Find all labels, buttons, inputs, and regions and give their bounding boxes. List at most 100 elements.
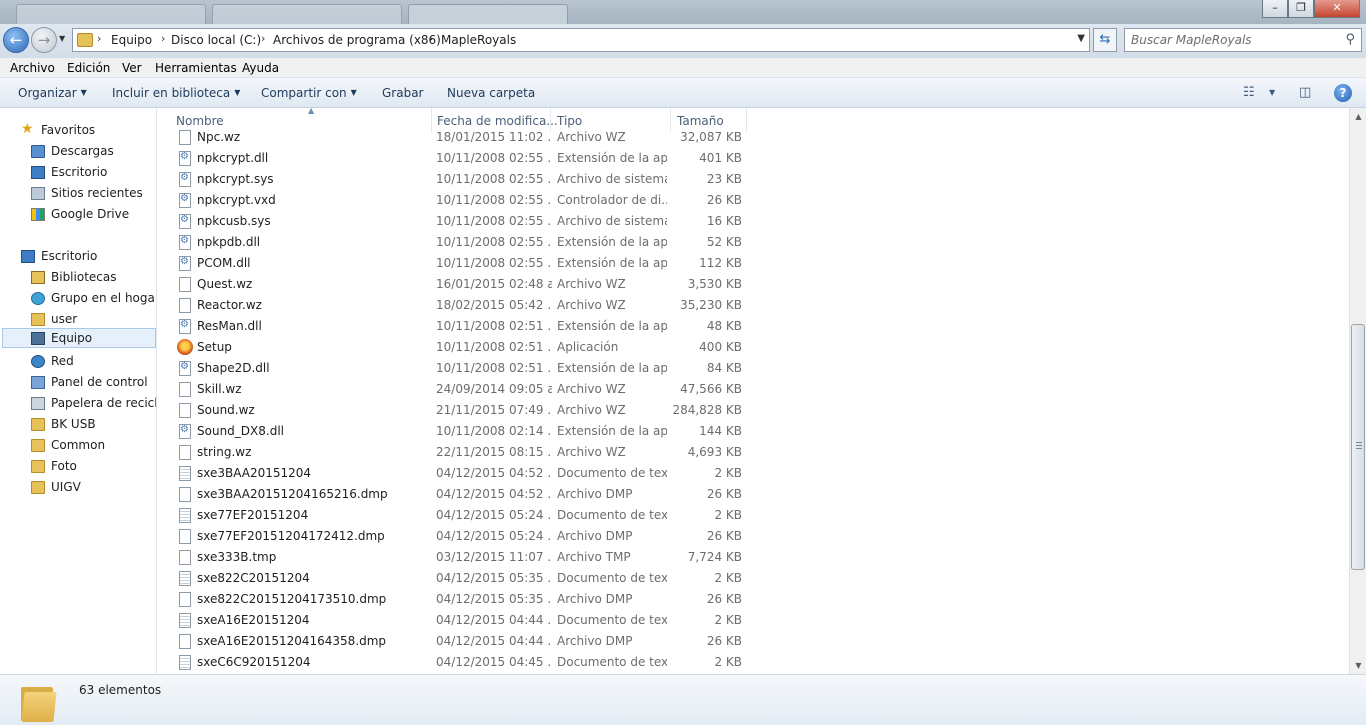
help-icon[interactable]: ? bbox=[1334, 84, 1352, 102]
search-box[interactable]: ⚲ bbox=[1124, 28, 1362, 52]
view-options-icon[interactable]: ☷ bbox=[1243, 85, 1255, 100]
background-tab-3[interactable] bbox=[408, 4, 568, 24]
file-row[interactable]: sxeA16E20151204164358.dmp 04/12/2015 04:4… bbox=[158, 631, 758, 652]
nav-escritorio[interactable]: Escritorio bbox=[0, 246, 156, 266]
search-input[interactable] bbox=[1125, 29, 1325, 51]
file-row[interactable]: string.wz 22/11/2015 08:15 ... Archivo WZ 4… bbox=[158, 442, 758, 463]
back-button[interactable]: ← bbox=[3, 27, 29, 53]
file-type: Archivo WZ bbox=[557, 403, 626, 417]
nav-favorites[interactable]: ★ Favoritos bbox=[0, 120, 156, 140]
burn-button[interactable]: Grabar bbox=[382, 86, 424, 100]
menu-ayuda[interactable]: Ayuda bbox=[242, 61, 279, 75]
file-size: 144 KB bbox=[699, 424, 742, 438]
scroll-up-button[interactable]: ▲ bbox=[1350, 108, 1366, 125]
background-tab-1[interactable] bbox=[16, 4, 206, 24]
file-row[interactable]: sxe77EF20151204172412.dmp 04/12/2015 05:2… bbox=[158, 526, 758, 547]
file-row[interactable]: sxe822C20151204 04/12/2015 05:35 ... Docum… bbox=[158, 568, 758, 589]
nav-user[interactable]: user bbox=[0, 309, 156, 329]
chevron-right-icon[interactable]: › bbox=[97, 32, 101, 45]
recent-pages-dropdown[interactable]: ▼ bbox=[59, 34, 65, 43]
nav-panel-control[interactable]: Panel de control bbox=[0, 372, 156, 392]
file-date: 10/11/2008 02:55 ... bbox=[436, 214, 552, 228]
file-date: 21/11/2015 07:49 ... bbox=[436, 403, 552, 417]
scroll-thumb[interactable] bbox=[1351, 324, 1365, 570]
nav-grupo-hogar[interactable]: Grupo en el hogar bbox=[0, 288, 156, 308]
file-row[interactable]: Setup 10/11/2008 02:51 ... Aplicación 400 K… bbox=[158, 337, 758, 358]
file-row[interactable]: npkcrypt.sys 10/11/2008 02:55 ... Archivo … bbox=[158, 169, 758, 190]
file-name: sxe77EF20151204 bbox=[197, 508, 309, 522]
file-row[interactable]: Quest.wz 16/01/2015 02:48 a... Archivo WZ 3… bbox=[158, 274, 758, 295]
file-row[interactable]: sxe3BAA20151204165216.dmp 04/12/2015 04:5… bbox=[158, 484, 758, 505]
file-row[interactable]: sxe77EF20151204 04/12/2015 05:24 ... Docum… bbox=[158, 505, 758, 526]
file-name: npkpdb.dll bbox=[197, 235, 261, 249]
file-row[interactable]: npkcrypt.dll 10/11/2008 02:55 ... Extensió… bbox=[158, 148, 758, 169]
search-icon[interactable]: ⚲ bbox=[1345, 32, 1355, 47]
file-row[interactable]: Npc.wz 18/01/2015 11:02 ... Archivo WZ 32,0… bbox=[158, 127, 758, 148]
file-row[interactable]: Sound_DX8.dll 10/11/2008 02:14 ... Extensi… bbox=[158, 421, 758, 442]
nav-google-drive[interactable]: Google Drive bbox=[0, 204, 156, 224]
file-row[interactable]: npkpdb.dll 10/11/2008 02:55 ... Extensión … bbox=[158, 232, 758, 253]
vertical-scrollbar[interactable]: ▲ ▼ bbox=[1349, 108, 1366, 674]
refresh-button[interactable]: ⇆ bbox=[1093, 28, 1117, 52]
file-row[interactable]: Reactor.wz 18/02/2015 05:42 ... Archivo WZ… bbox=[158, 295, 758, 316]
nav-descargas[interactable]: Descargas bbox=[0, 141, 156, 161]
menu-ver[interactable]: Ver bbox=[122, 61, 142, 75]
minimize-button[interactable]: – bbox=[1262, 0, 1288, 18]
file-row[interactable]: npkcrypt.vxd 10/11/2008 02:55 ... Controla… bbox=[158, 190, 758, 211]
file-row[interactable]: sxe333B.tmp 03/12/2015 11:07 ... Archivo T… bbox=[158, 547, 758, 568]
nav-foto[interactable]: Foto bbox=[0, 456, 156, 476]
file-row[interactable]: npkcusb.sys 10/11/2008 02:55 ... Archivo d… bbox=[158, 211, 758, 232]
details-pane: 63 elementos bbox=[0, 674, 1366, 725]
breadcrumb-mapleroyals[interactable]: MapleRoyals bbox=[441, 33, 516, 47]
file-row[interactable]: sxeC6C920151204 04/12/2015 04:45 ... Docum… bbox=[158, 652, 758, 673]
nav-equipo[interactable]: Equipo bbox=[2, 328, 156, 348]
chevron-down-icon: ▼ bbox=[350, 88, 357, 97]
file-name: sxeA16E20151204 bbox=[197, 613, 310, 627]
file-row[interactable]: ResMan.dll 10/11/2008 02:51 ... Extensión … bbox=[158, 316, 758, 337]
menu-archivo[interactable]: Archivo bbox=[10, 61, 55, 75]
file-row[interactable]: sxe822C20151204173510.dmp 04/12/2015 05:3… bbox=[158, 589, 758, 610]
file-type: Documento de tex... bbox=[557, 655, 667, 669]
new-folder-button[interactable]: Nueva carpeta bbox=[447, 86, 535, 100]
share-button[interactable]: Compartir con ▼ bbox=[261, 86, 357, 100]
chevron-right-icon[interactable]: › bbox=[261, 32, 265, 45]
file-row[interactable]: Sound.wz 21/11/2015 07:49 ... Archivo WZ 28… bbox=[158, 400, 758, 421]
file-row[interactable]: PCOM.dll 10/11/2008 02:55 ... Extensión de… bbox=[158, 253, 758, 274]
address-dropdown-icon[interactable]: ▼ bbox=[1077, 33, 1085, 44]
maximize-button[interactable]: ❐ bbox=[1288, 0, 1314, 18]
forward-button[interactable]: → bbox=[31, 27, 57, 53]
include-library-button[interactable]: Incluir en biblioteca ▼ bbox=[112, 86, 240, 100]
scroll-down-button[interactable]: ▼ bbox=[1350, 657, 1366, 674]
nav-sitios-recientes[interactable]: Sitios recientes bbox=[0, 183, 156, 203]
background-tab-2[interactable] bbox=[212, 4, 402, 24]
grip-line bbox=[1356, 448, 1362, 449]
menu-herramientas[interactable]: Herramientas bbox=[155, 61, 237, 75]
file-row[interactable]: sxeA16E20151204 04/12/2015 04:44 ... Docum… bbox=[158, 610, 758, 631]
chevron-down-icon[interactable]: ▼ bbox=[1269, 88, 1275, 97]
file-list: Nombre ▲ Fecha de modifica... Tipo Tamañ… bbox=[158, 108, 1349, 674]
file-name: sxe3BAA20151204 bbox=[197, 466, 312, 480]
file-row[interactable]: sxe3BAA20151204 04/12/2015 04:52 ... Docum… bbox=[158, 463, 758, 484]
address-bar[interactable]: › Equipo › Disco local (C:) › Archivos d… bbox=[72, 28, 1090, 52]
nav-red[interactable]: Red bbox=[0, 351, 156, 371]
nav-common[interactable]: Common bbox=[0, 435, 156, 455]
network-icon bbox=[31, 355, 45, 368]
close-button[interactable]: ✕ bbox=[1314, 0, 1360, 18]
file-row[interactable]: Shape2D.dll 10/11/2008 02:51 ... Extensión… bbox=[158, 358, 758, 379]
file-row[interactable]: Skill.wz 24/09/2014 09:05 a... Archivo WZ 4… bbox=[158, 379, 758, 400]
file-type: Aplicación bbox=[557, 340, 619, 354]
preview-pane-icon[interactable]: ◫ bbox=[1299, 85, 1311, 100]
organize-button[interactable]: Organizar ▼ bbox=[18, 86, 87, 100]
nav-escritorio-fav[interactable]: Escritorio bbox=[0, 162, 156, 182]
nav-uigv[interactable]: UIGV bbox=[0, 477, 156, 497]
breadcrumb-equipo[interactable]: Equipo bbox=[111, 33, 152, 47]
nav-bk-usb[interactable]: BK USB bbox=[0, 414, 156, 434]
chevron-right-icon[interactable]: › bbox=[429, 32, 433, 45]
breadcrumb-archivos-programa[interactable]: Archivos de programa (x86) bbox=[273, 33, 441, 47]
breadcrumb-disco-local[interactable]: Disco local (C:) bbox=[171, 33, 261, 47]
nav-bibliotecas[interactable]: Bibliotecas bbox=[0, 267, 156, 287]
file-type: Archivo WZ bbox=[557, 382, 626, 396]
menu-edicion[interactable]: Edición bbox=[67, 61, 110, 75]
chevron-right-icon[interactable]: › bbox=[161, 32, 165, 45]
nav-papelera[interactable]: Papelera de reciclaje bbox=[0, 393, 156, 413]
